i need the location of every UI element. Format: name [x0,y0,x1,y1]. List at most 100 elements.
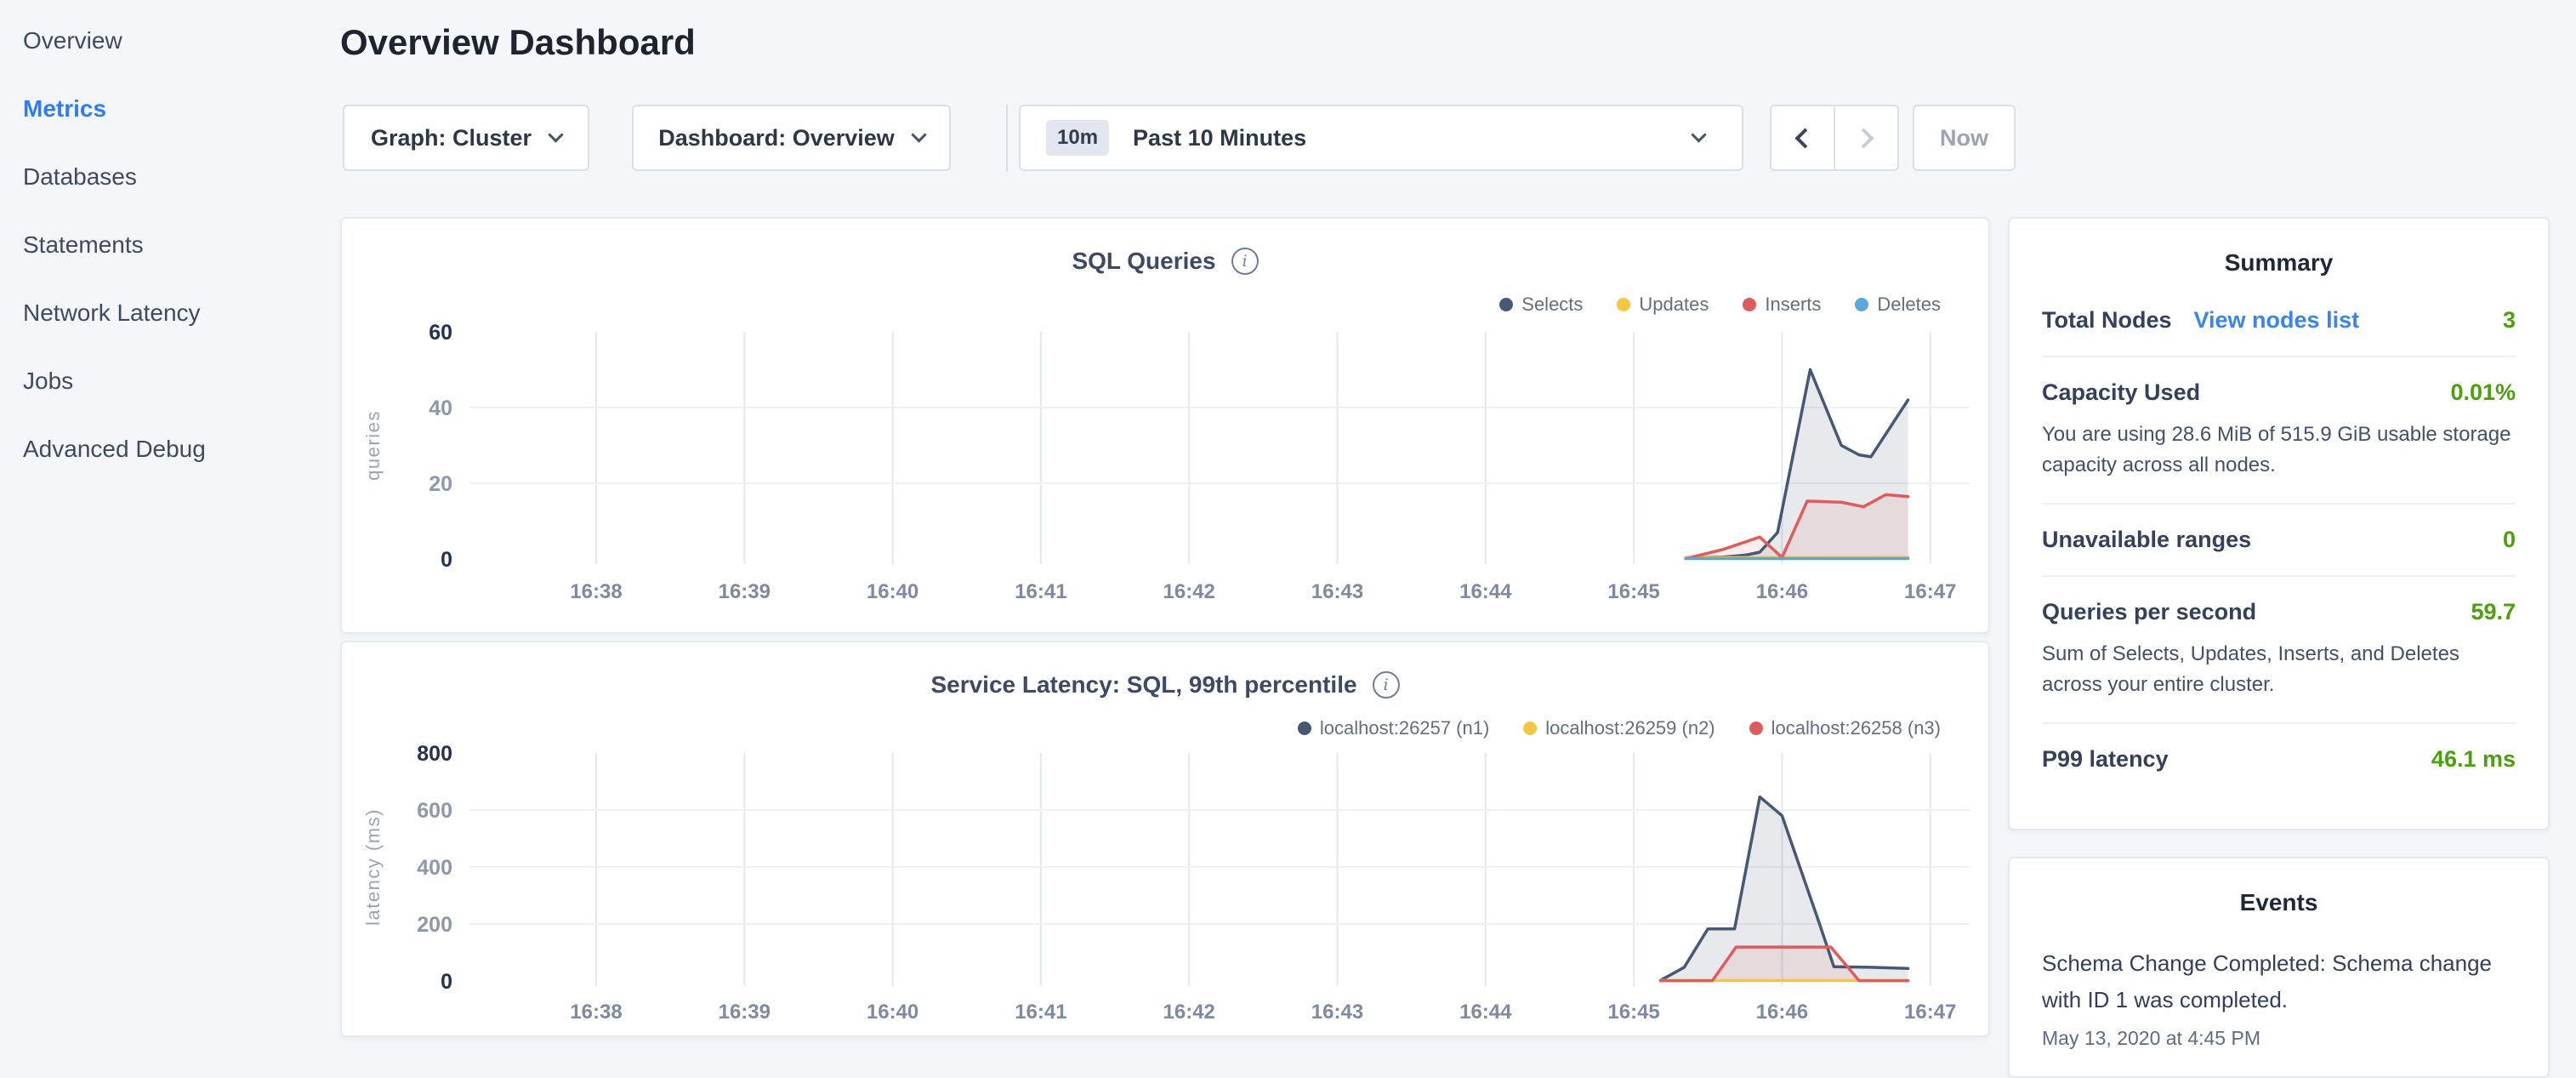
legend-label: Inserts [1765,294,1821,316]
svg-text:16:41: 16:41 [1015,580,1066,603]
summary-value: 46.1 ms [2431,746,2516,773]
legend-item-updates[interactable]: Updates [1617,294,1709,316]
svg-text:16:43: 16:43 [1311,580,1363,603]
svg-text:16:43: 16:43 [1311,1001,1363,1024]
legend-dot [1749,722,1763,735]
chart-legend: Selects Updates Inserts Deletes [1499,294,1941,316]
svg-text:0: 0 [441,548,452,572]
legend-label: localhost:26258 (n3) [1771,717,1941,739]
legend-label: localhost:26259 (n2) [1545,717,1714,739]
summary-value: 0 [2503,527,2516,553]
summary-desc: Sum of Selects, Updates, Inserts, and De… [2042,639,2516,700]
summary-label: Unavailable ranges [2042,527,2251,553]
time-step-buttons [1770,105,1899,171]
graph-dropdown-label: Graph: Cluster [371,125,532,151]
time-forward-button[interactable] [1834,106,1897,169]
legend-dot [1743,298,1756,311]
svg-text:20: 20 [429,472,452,496]
summary-label: Total Nodes [2042,307,2172,334]
legend-item-n3[interactable]: localhost:26258 (n3) [1749,717,1941,739]
svg-text:16:42: 16:42 [1163,1001,1215,1024]
sidebar-item-jobs[interactable]: Jobs [0,347,340,415]
summary-value: 3 [2503,307,2516,334]
svg-text:16:39: 16:39 [719,580,771,603]
legend-label: Updates [1639,294,1709,316]
sidebar-item-statements[interactable]: Statements [0,211,340,279]
svg-text:queries: queries [362,410,384,481]
svg-text:16:46: 16:46 [1756,1001,1808,1024]
chart-legend: localhost:26257 (n1) localhost:26259 (n2… [1298,717,1941,739]
legend-item-n2[interactable]: localhost:26259 (n2) [1523,717,1714,739]
legend-dot [1523,722,1537,735]
svg-text:16:45: 16:45 [1607,1001,1659,1024]
svg-text:16:40: 16:40 [867,580,918,603]
summary-label: P99 latency [2042,746,2169,773]
chevron-left-icon [1794,128,1815,148]
time-range-badge: 10m [1046,120,1109,156]
events-title: Events [2042,889,2516,916]
svg-text:16:38: 16:38 [570,580,622,603]
legend-dot [1499,298,1513,311]
info-icon[interactable]: i [1373,671,1400,699]
svg-text:40: 40 [429,396,452,420]
now-button[interactable]: Now [1913,105,2016,171]
sidebar-item-overview[interactable]: Overview [0,7,340,75]
summary-value: 59.7 [2471,599,2516,625]
legend-dot [1855,298,1868,311]
legend-item-inserts[interactable]: Inserts [1743,294,1821,316]
summary-title: Summary [2042,249,2516,277]
graph-dropdown[interactable]: Graph: Cluster [343,105,589,171]
summary-row-queries-per-second: Queries per second 59.7 Sum of Selects, … [2042,577,2516,724]
chevron-down-icon [911,127,926,142]
dashboard-dropdown[interactable]: Dashboard: Overview [632,105,951,171]
summary-label: Capacity Used [2042,379,2200,406]
sidebar: Overview Metrics Databases Statements Ne… [0,0,340,483]
summary-label: Queries per second [2042,599,2256,625]
legend-item-n1[interactable]: localhost:26257 (n1) [1298,717,1489,739]
svg-text:400: 400 [417,856,452,880]
legend-item-selects[interactable]: Selects [1499,294,1583,316]
sidebar-item-metrics[interactable]: Metrics [0,75,340,143]
svg-text:16:39: 16:39 [719,1001,771,1024]
svg-text:latency (ms): latency (ms) [362,808,384,926]
dashboard-dropdown-label: Dashboard: Overview [658,125,895,151]
legend-dot [1617,298,1630,311]
view-nodes-list-link[interactable]: View nodes list [2194,307,2360,334]
legend-item-deletes[interactable]: Deletes [1855,294,1941,316]
events-panel: Events Schema Change Completed: Schema c… [2008,857,2550,1078]
svg-text:16:38: 16:38 [570,1001,622,1024]
legend-label: localhost:26257 (n1) [1320,717,1489,739]
svg-text:200: 200 [417,913,452,937]
info-icon[interactable]: i [1231,248,1259,275]
svg-text:16:47: 16:47 [1904,580,1956,603]
svg-text:16:41: 16:41 [1015,1001,1066,1024]
page-title: Overview Dashboard [340,22,696,63]
sidebar-item-databases[interactable]: Databases [0,143,340,211]
summary-panel: Summary Total Nodes View nodes list 3 Ca… [2008,217,2550,830]
summary-row-p99-latency: P99 latency 46.1 ms [2042,724,2516,795]
time-back-button[interactable] [1771,106,1834,169]
sidebar-item-advanced-debug[interactable]: Advanced Debug [0,415,340,483]
chart-title: Service Latency: SQL, 99th percentile [930,671,1356,699]
svg-text:600: 600 [417,799,452,823]
svg-text:16:42: 16:42 [1163,580,1215,603]
chart-title: SQL Queries [1072,248,1215,275]
svg-text:60: 60 [429,321,452,345]
svg-text:16:47: 16:47 [1904,1001,1956,1024]
svg-text:16:44: 16:44 [1459,580,1512,603]
summary-row-capacity-used: Capacity Used 0.01% You are using 28.6 M… [2042,357,2516,505]
time-range-dropdown[interactable]: 10m Past 10 Minutes [1019,105,1743,171]
svg-text:16:40: 16:40 [867,1001,918,1024]
time-range-label: Past 10 Minutes [1133,125,1306,151]
svg-text:16:45: 16:45 [1607,580,1659,603]
legend-dot [1298,722,1311,735]
event-timestamp: May 13, 2020 at 4:45 PM [2042,1027,2516,1050]
chevron-right-icon [1853,128,1874,148]
svg-text:16:46: 16:46 [1756,580,1808,603]
sidebar-item-network-latency[interactable]: Network Latency [0,279,340,347]
summary-desc: You are using 28.6 MiB of 515.9 GiB usab… [2042,419,2516,481]
summary-row-total-nodes: Total Nodes View nodes list 3 [2042,285,2516,357]
event-item[interactable]: Schema Change Completed: Schema change w… [2042,945,2516,1018]
controls-divider [1006,105,1008,171]
legend-label: Selects [1521,294,1583,316]
